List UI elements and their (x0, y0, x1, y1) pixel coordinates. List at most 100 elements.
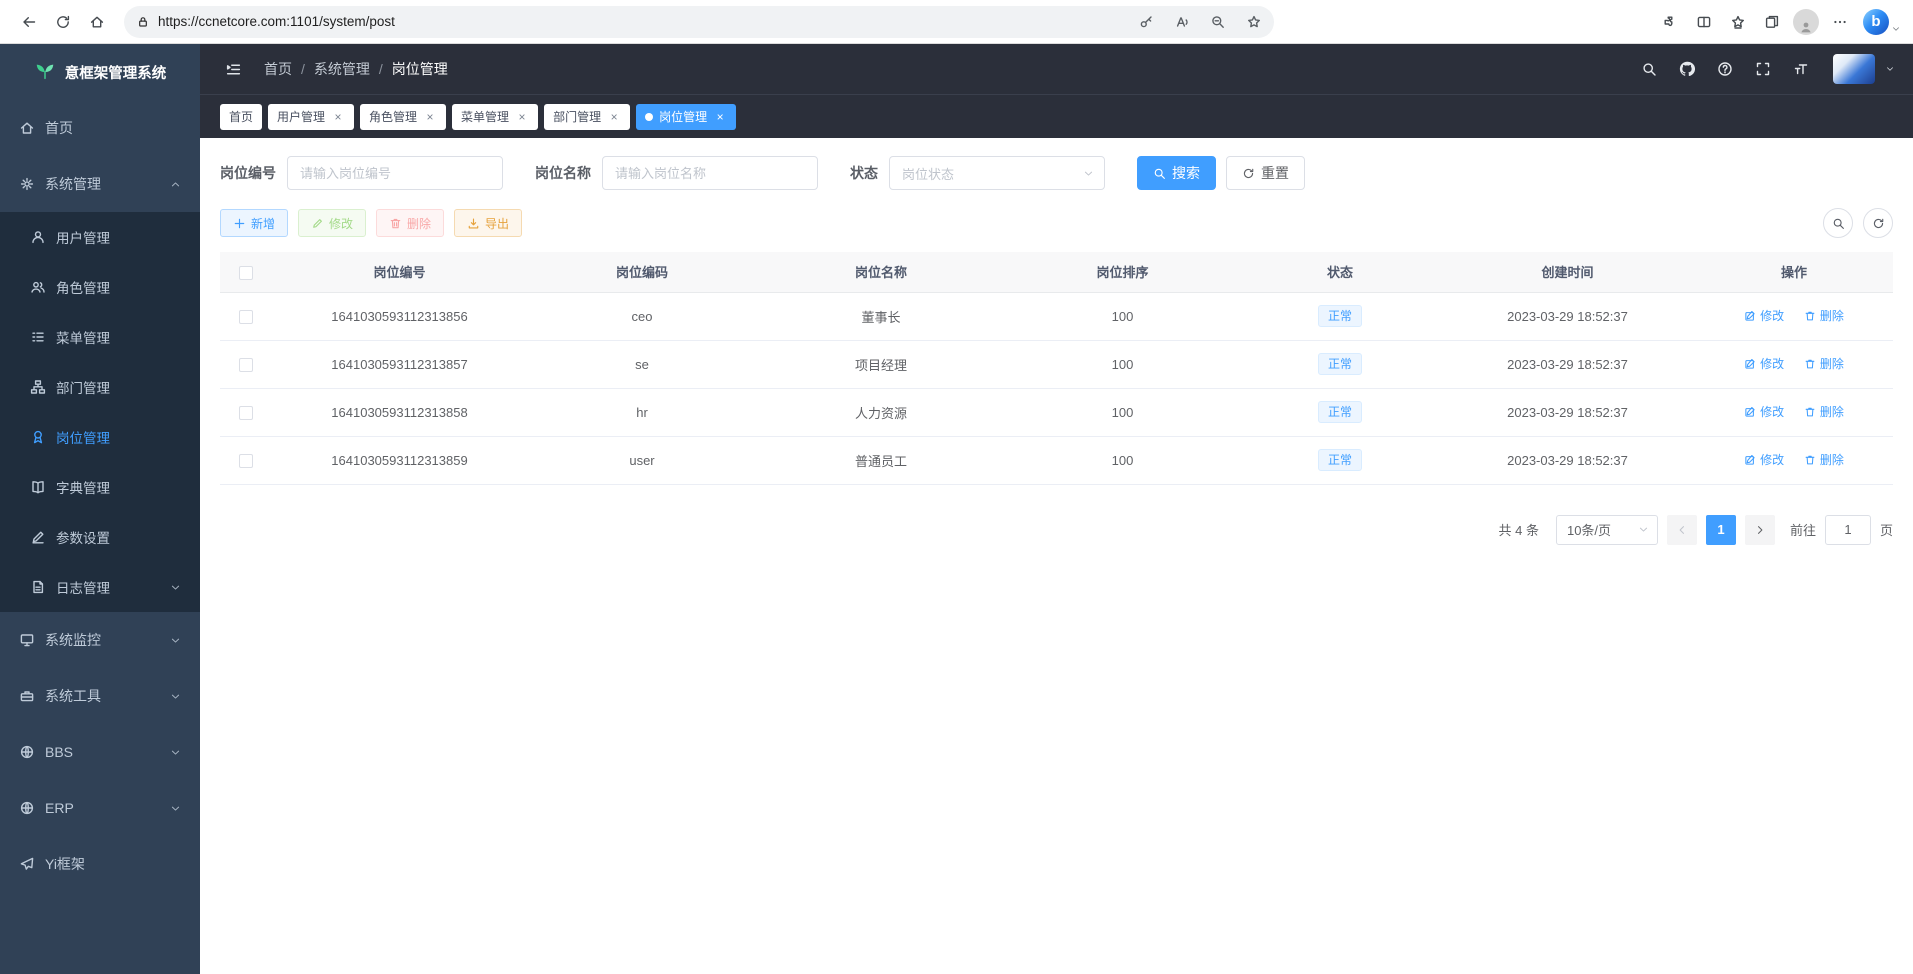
goto-page-input[interactable] (1825, 515, 1871, 545)
sidebar-item-yi-framework[interactable]: Yi框架 (0, 836, 200, 892)
globe-icon (19, 744, 35, 760)
close-icon[interactable]: × (607, 110, 621, 124)
tab-home[interactable]: 首页 (220, 104, 262, 130)
tab-users[interactable]: 用户管理× (268, 104, 354, 130)
table-row[interactable]: 1641030593112313857 se 项目经理 100 正常 2023-… (220, 340, 1893, 388)
gear-icon (19, 176, 35, 192)
site-info-icon[interactable] (136, 15, 150, 29)
breadcrumb-home[interactable]: 首页 (264, 59, 292, 79)
next-page-button[interactable] (1745, 515, 1775, 545)
browser-refresh-button[interactable] (46, 6, 80, 38)
select-all-checkbox[interactable] (239, 266, 253, 280)
profile-avatar[interactable] (1789, 6, 1823, 38)
read-aloud-icon[interactable] (1168, 8, 1196, 36)
goto-unit-label: 页 (1880, 520, 1893, 539)
trash-icon (1804, 358, 1816, 370)
breadcrumb-system[interactable]: 系统管理 (314, 59, 370, 79)
sidebar-item-parameters[interactable]: 参数设置 (0, 512, 200, 562)
extensions-icon[interactable] (1653, 6, 1687, 38)
column-header-post-id: 岗位编号 (272, 252, 527, 292)
sidebar-item-monitoring[interactable]: 系统监控 (0, 612, 200, 668)
header-search-icon[interactable] (1633, 53, 1665, 85)
row-delete-link[interactable]: 删除 (1804, 403, 1844, 420)
column-header-post-name: 岗位名称 (757, 252, 1005, 292)
sidebar-item-logs[interactable]: 日志管理 (0, 562, 200, 612)
row-delete-link[interactable]: 删除 (1804, 451, 1844, 468)
copilot-bing-icon[interactable]: b (1863, 9, 1889, 35)
github-icon[interactable] (1671, 53, 1703, 85)
browser-menu-icon[interactable] (1823, 6, 1857, 38)
sidebar-item-erp[interactable]: ERP (0, 780, 200, 836)
column-header-actions: 操作 (1695, 252, 1893, 292)
prev-page-button[interactable] (1667, 515, 1697, 545)
delete-button[interactable]: 删除 (376, 209, 444, 237)
main-area: 首页 / 系统管理 / 岗位管理 (200, 44, 1913, 974)
close-icon[interactable]: × (423, 110, 437, 124)
browser-back-button[interactable] (12, 6, 46, 38)
row-edit-link[interactable]: 修改 (1744, 355, 1784, 372)
add-favorite-icon[interactable] (1240, 8, 1268, 36)
address-bar[interactable]: https://ccnetcore.com:1101/system/post (124, 6, 1274, 38)
post-name-input[interactable] (602, 156, 818, 190)
export-button[interactable]: 导出 (454, 209, 522, 237)
admin-app: 意框架管理系统 首页 系统管理 用户管理 角色管理 (0, 44, 1913, 974)
sidebar-item-users[interactable]: 用户管理 (0, 212, 200, 262)
row-checkbox[interactable] (239, 358, 253, 372)
tab-posts[interactable]: 岗位管理× (636, 104, 736, 130)
sidebar-item-tools[interactable]: 系统工具 (0, 668, 200, 724)
reset-button[interactable]: 重置 (1226, 156, 1305, 190)
browser-toolbar: https://ccnetcore.com:1101/system/post (0, 0, 1913, 44)
sidebar-item-menus[interactable]: 菜单管理 (0, 312, 200, 362)
table-row[interactable]: 1641030593112313858 hr 人力资源 100 正常 2023-… (220, 388, 1893, 436)
row-delete-link[interactable]: 删除 (1804, 307, 1844, 324)
close-icon[interactable]: × (515, 110, 529, 124)
tab-departments[interactable]: 部门管理× (544, 104, 630, 130)
collapse-sidebar-icon[interactable] (218, 54, 248, 84)
help-icon[interactable] (1709, 53, 1741, 85)
close-icon[interactable]: × (331, 110, 345, 124)
password-key-icon[interactable] (1132, 8, 1160, 36)
row-delete-link[interactable]: 删除 (1804, 355, 1844, 372)
tab-menus[interactable]: 菜单管理× (452, 104, 538, 130)
fullscreen-icon[interactable] (1747, 53, 1779, 85)
sidebar-item-departments[interactable]: 部门管理 (0, 362, 200, 412)
sidebar-item-home[interactable]: 首页 (0, 100, 200, 156)
close-icon[interactable]: × (713, 110, 727, 124)
favorites-icon[interactable] (1721, 6, 1755, 38)
sidebar-item-bbs[interactable]: BBS (0, 724, 200, 780)
sidebar-item-system[interactable]: 系统管理 (0, 156, 200, 212)
status-label: 状态 (850, 163, 878, 183)
add-button[interactable]: 新增 (220, 209, 288, 237)
sidebar-item-posts[interactable]: 岗位管理 (0, 412, 200, 462)
toggle-search-button[interactable] (1823, 208, 1853, 238)
log-icon (30, 579, 46, 595)
tab-roles[interactable]: 角色管理× (360, 104, 446, 130)
split-screen-icon[interactable] (1687, 6, 1721, 38)
zoom-icon[interactable] (1204, 8, 1232, 36)
row-edit-link[interactable]: 修改 (1744, 403, 1784, 420)
row-checkbox[interactable] (239, 406, 253, 420)
refresh-table-button[interactable] (1863, 208, 1893, 238)
page-size-select[interactable]: 10条/页 (1556, 515, 1658, 545)
row-edit-link[interactable]: 修改 (1744, 451, 1784, 468)
browser-home-button[interactable] (80, 6, 114, 38)
table-row[interactable]: 1641030593112313856 ceo 董事长 100 正常 2023-… (220, 292, 1893, 340)
chevron-down-icon (170, 747, 181, 758)
status-select[interactable]: 岗位状态 (889, 156, 1105, 190)
row-edit-link[interactable]: 修改 (1744, 307, 1784, 324)
user-avatar[interactable] (1833, 54, 1875, 84)
search-button[interactable]: 搜索 (1137, 156, 1216, 190)
row-checkbox[interactable] (239, 310, 253, 324)
avatar-caret-icon[interactable] (1885, 64, 1895, 74)
collections-icon[interactable] (1755, 6, 1789, 38)
chevron-left-icon (1676, 524, 1688, 536)
table-row[interactable]: 1641030593112313859 user 普通员工 100 正常 202… (220, 436, 1893, 484)
post-code-input[interactable] (287, 156, 503, 190)
copilot-caret-icon[interactable] (1891, 24, 1901, 34)
edit-button[interactable]: 修改 (298, 209, 366, 237)
row-checkbox[interactable] (239, 454, 253, 468)
sidebar-item-dictionary[interactable]: 字典管理 (0, 462, 200, 512)
page-number-button[interactable]: 1 (1706, 515, 1736, 545)
font-size-icon[interactable] (1785, 53, 1817, 85)
sidebar-item-roles[interactable]: 角色管理 (0, 262, 200, 312)
